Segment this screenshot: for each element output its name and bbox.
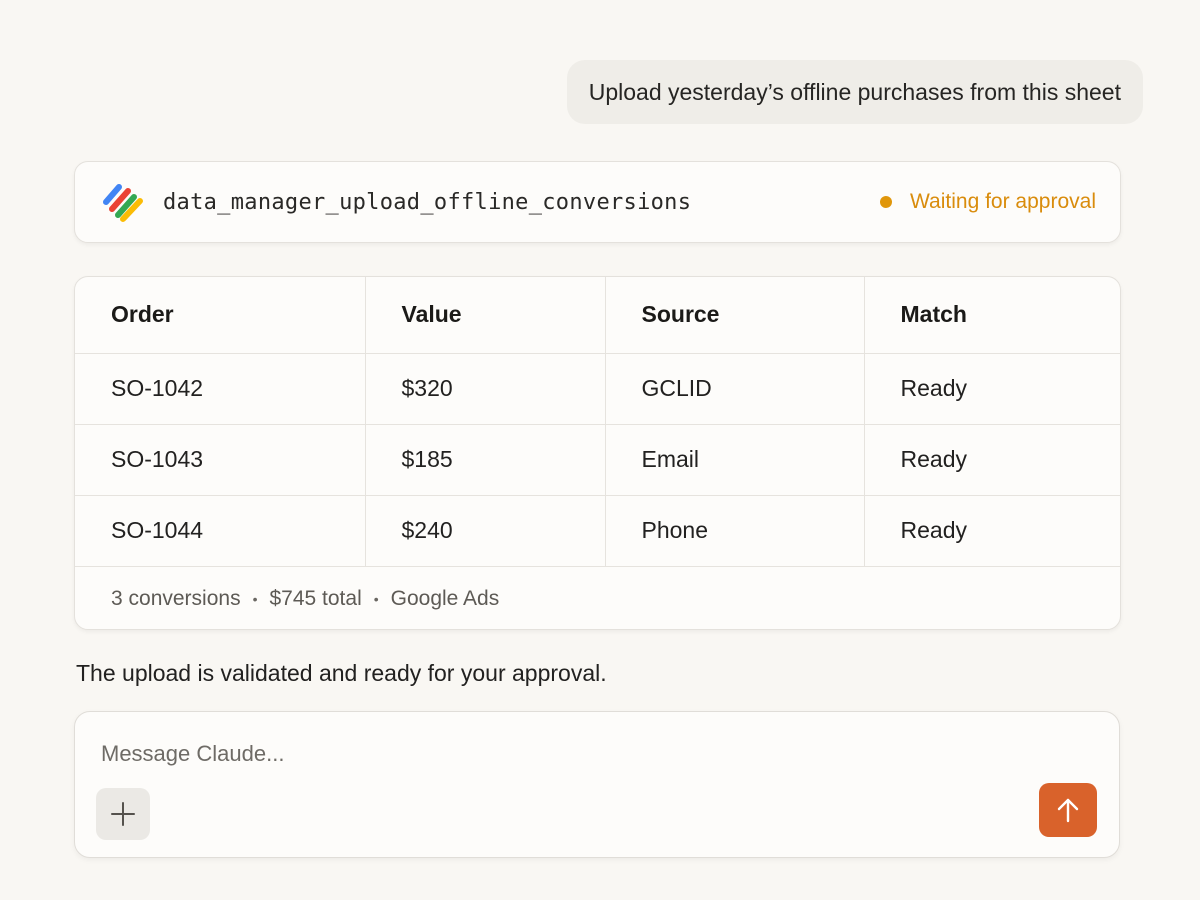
order-cell: SO-1044 [75,495,366,567]
column-header-value: Value [365,277,606,354]
plus-icon [111,802,135,826]
table-row: SO-1043 $185 Email Ready [75,424,1120,496]
column-header-match: Match [864,277,1120,354]
send-button[interactable] [1039,783,1097,837]
message-input[interactable] [101,736,1001,772]
summary-separator: • [373,591,379,607]
assistant-reply: The upload is validated and ready for yo… [76,660,607,686]
column-header-source: Source [605,277,865,354]
conversions-table: Order Value Source Match SO-1042 $320 GC… [75,277,1120,567]
value-cell: $240 [365,495,606,567]
order-cell: SO-1042 [75,353,366,425]
summary-destination: Google Ads [390,587,500,610]
approval-status: Waiting for approval [880,190,1096,214]
table-summary: 3 conversions • $745 total • Google Ads [75,567,1120,630]
arrow-up-icon [1057,798,1079,823]
summary-separator: • [252,591,258,607]
summary-total: $745 total [269,587,362,610]
match-cell: Ready [864,353,1120,425]
add-attachment-button[interactable] [96,788,150,840]
match-cell: Ready [864,495,1120,567]
table-row: SO-1042 $320 GCLID Ready [75,353,1120,425]
order-cell: SO-1043 [75,424,366,496]
source-cell: Email [605,424,865,496]
value-cell: $320 [365,353,606,425]
column-header-order: Order [75,277,366,354]
source-cell: GCLID [605,353,865,425]
user-message-text: Upload yesterday’s offline purchases fro… [588,78,1121,105]
status-dot-icon [880,196,893,208]
tool-name: data_manager_upload_offline_conversions [163,189,692,215]
status-label: Waiting for approval [910,190,1096,213]
chat-page: Upload yesterday’s offline purchases fro… [0,0,1200,900]
message-composer [74,711,1120,858]
table-header-row: Order Value Source Match [75,277,1120,354]
value-cell: $185 [365,424,606,496]
summary-count: 3 conversions [111,587,241,610]
google-ads-logo-icon [103,184,143,222]
user-message-bubble: Upload yesterday’s offline purchases fro… [566,60,1143,124]
tool-call-card[interactable]: data_manager_upload_offline_conversions … [74,161,1121,243]
match-cell: Ready [864,424,1120,496]
table-row: SO-1044 $240 Phone Ready [75,495,1120,567]
source-cell: Phone [605,495,865,567]
conversions-table-card: Order Value Source Match SO-1042 $320 GC… [74,276,1121,630]
